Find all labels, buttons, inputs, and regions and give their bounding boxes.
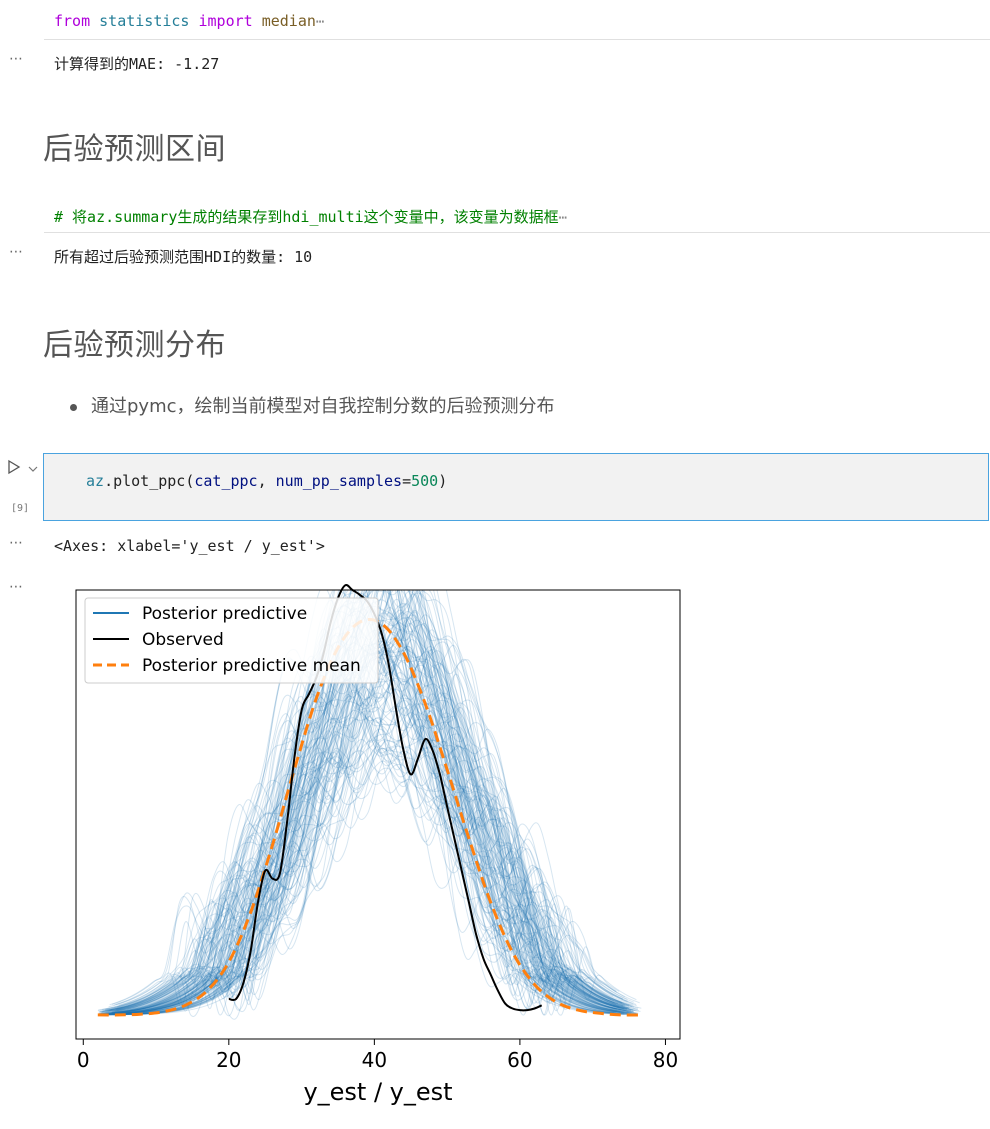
bullet-list-item: 通过pymc，绘制当前模型对自我控制分数的后验预测分布 [70, 392, 555, 418]
keyword-import: import [198, 12, 253, 30]
x-tick-label: 0 [77, 1048, 90, 1072]
cell-options-button[interactable] [27, 460, 39, 472]
code-call: .plot_ppc( [104, 472, 195, 490]
x-tick-label: 60 [507, 1048, 532, 1072]
cell2-output: 所有超过后验预测范围HDI的数量: 10 [54, 248, 313, 266]
x-tick-label: 20 [216, 1048, 241, 1072]
legend-label: Posterior predictive mean [142, 656, 361, 676]
cell3-code[interactable]: az.plot_ppc(cat_ppc, num_pp_samples=500) [86, 472, 447, 490]
cell3-output-text: <Axes: xlabel='y_est / y_est'> [54, 537, 325, 555]
code-object: az [86, 472, 105, 490]
ppc-plot: 0 20 40 60 80 y_est / y_est Posterior predicti… [75, 583, 681, 1106]
run-cell-button[interactable] [6, 459, 22, 475]
legend-label: Observed [142, 630, 224, 650]
code-arg: cat_ppc [194, 472, 258, 490]
code-kwarg: num_pp_samples [275, 472, 403, 490]
play-icon [8, 459, 21, 475]
x-tick-label: 40 [362, 1048, 387, 1072]
expand-ellipsis-icon[interactable]: ⋯ [316, 14, 324, 30]
function-name: median [261, 12, 316, 30]
x-tick-label: 80 [653, 1048, 678, 1072]
chevron-down-icon [28, 466, 38, 472]
module-name: statistics [99, 12, 190, 30]
bullet-text: 通过pymc，绘制当前模型对自我控制分数的后验预测分布 [91, 396, 555, 417]
expand-ellipsis-icon[interactable]: ⋯ [559, 210, 567, 226]
output-gutter-icon[interactable]: ⋯ [9, 51, 24, 67]
legend-label: Posterior predictive [142, 604, 307, 624]
cell1-code[interactable]: from statistics import median⋯ [54, 12, 324, 30]
section-heading-distribution: 后验预测分布 [43, 328, 226, 363]
output-gutter-icon[interactable]: ⋯ [9, 244, 24, 260]
cell2-code[interactable]: # 将az.summary生成的结果存到hdi_multi这个变量中，该变量为数… [54, 206, 567, 227]
code-cell-editor[interactable]: az.plot_ppc(cat_ppc, num_pp_samples=500) [43, 453, 989, 521]
cell-divider [44, 232, 990, 233]
keyword-from: from [54, 12, 91, 30]
cell1-output: 计算得到的MAE: -1.27 [54, 55, 220, 73]
x-axis-label: y_est / y_est [303, 1078, 452, 1106]
code-comma: , [257, 472, 276, 490]
bullet-dot [70, 404, 77, 411]
code-number: 500 [411, 472, 439, 490]
output-gutter-icon[interactable]: ⋯ [9, 535, 24, 551]
execution-count: [9] [11, 503, 30, 514]
code-close: ) [438, 472, 448, 490]
code-eq: = [402, 472, 412, 490]
section-heading-interval: 后验预测区间 [43, 132, 226, 167]
code-comment: # 将az.summary生成的结果存到hdi_multi这个变量中，该变量为数… [54, 208, 559, 226]
cell-divider [44, 39, 990, 40]
